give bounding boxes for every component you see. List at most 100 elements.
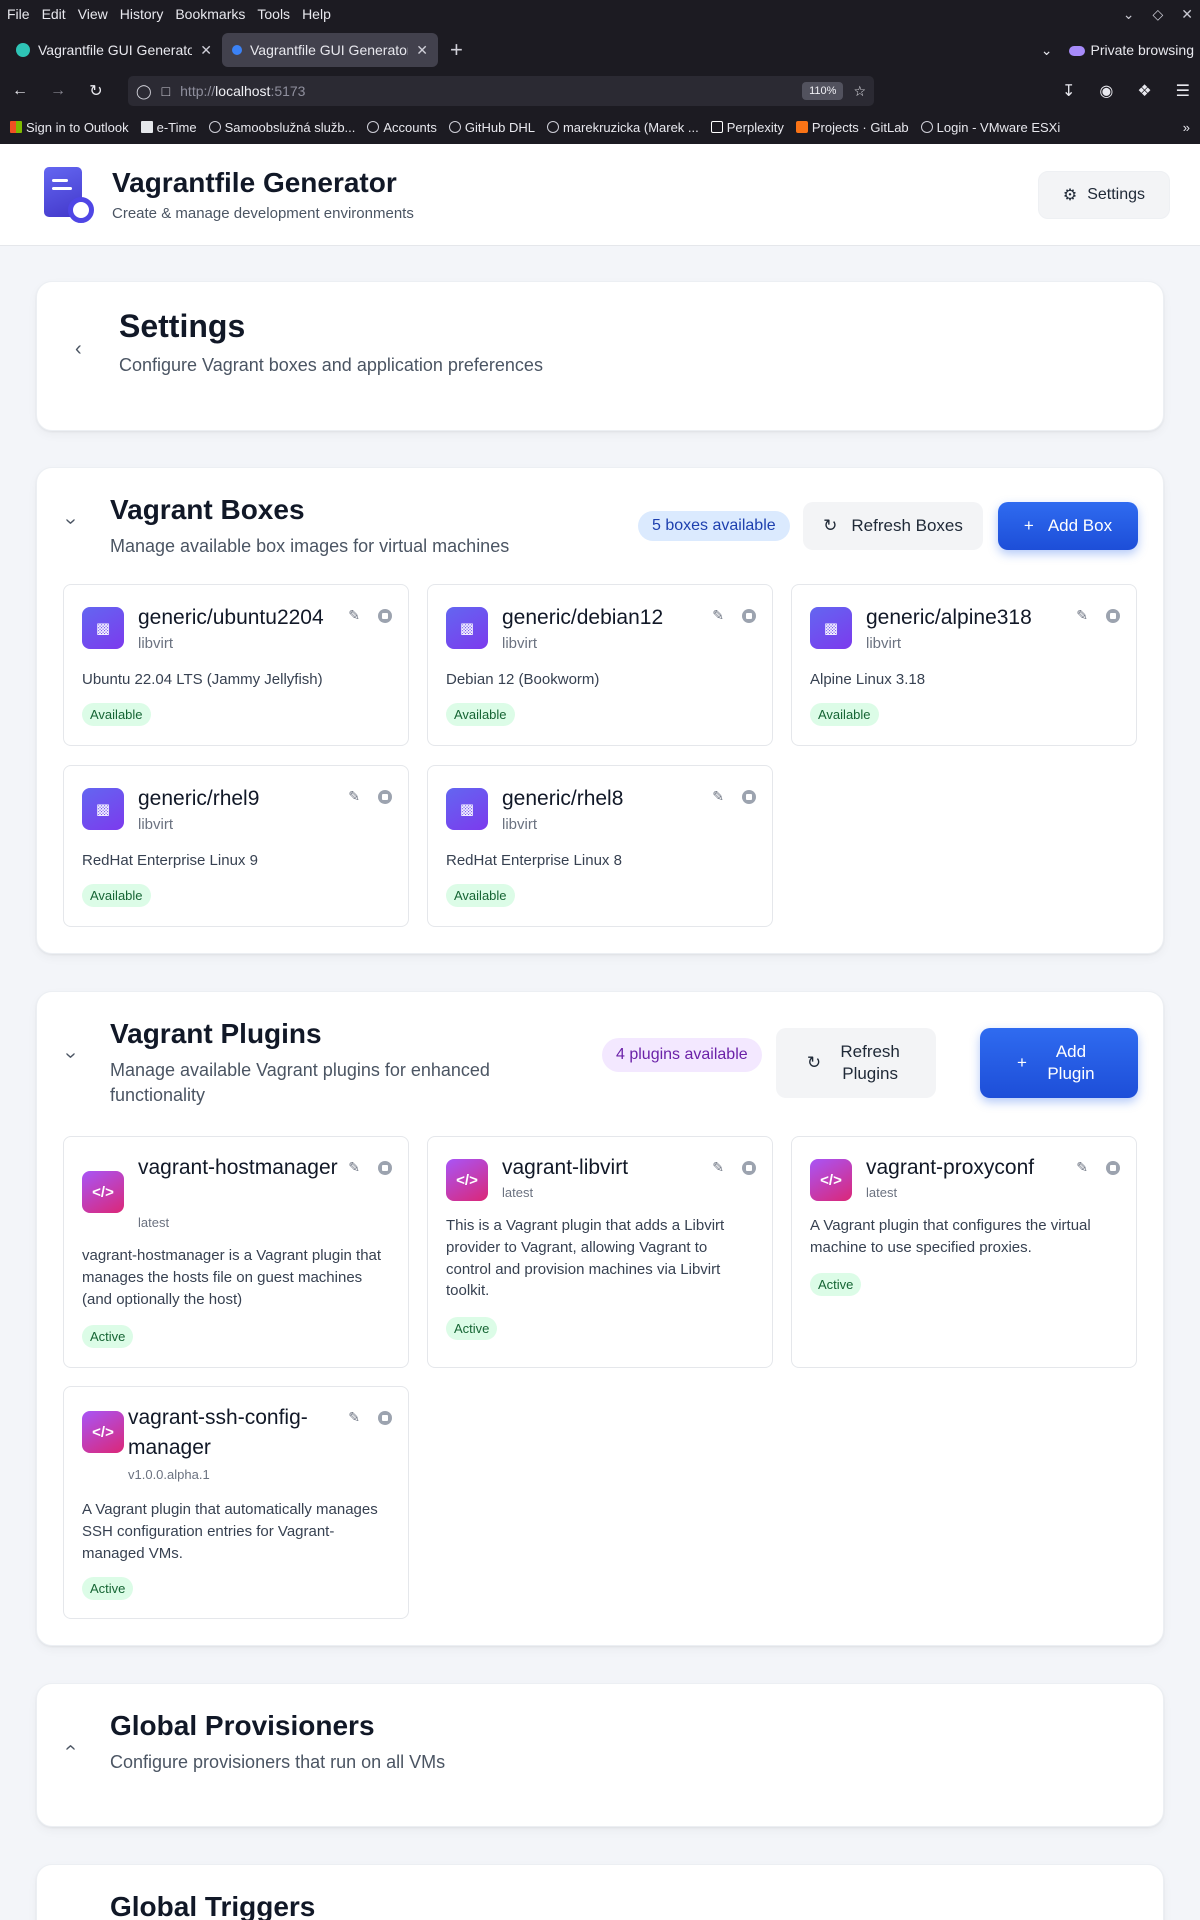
bookmark-item[interactable]: e-Time bbox=[140, 120, 197, 135]
back-icon[interactable]: ← bbox=[10, 82, 30, 100]
box-name: generic/rhel9 bbox=[138, 787, 260, 810]
collapse-chevron-icon[interactable]: › bbox=[59, 518, 82, 525]
delete-icon[interactable] bbox=[378, 1411, 392, 1425]
plugin-version: latest bbox=[502, 1185, 534, 1200]
box-description: Debian 12 (Bookworm) bbox=[446, 671, 600, 688]
app-logo-icon bbox=[40, 165, 96, 225]
delete-icon[interactable] bbox=[742, 1161, 756, 1175]
menu-history[interactable]: History bbox=[120, 6, 164, 22]
box-card[interactable]: ▩ generic/rhel9 libvirt ✎ RedHat Enterpr… bbox=[63, 765, 409, 927]
boxes-count-badge: 5 boxes available bbox=[638, 511, 790, 541]
tab-favicon-icon bbox=[16, 43, 30, 57]
delete-icon[interactable] bbox=[1106, 1161, 1120, 1175]
collapse-chevron-icon[interactable]: › bbox=[59, 1052, 82, 1059]
app-menu-icon[interactable]: ☰ bbox=[1176, 81, 1190, 101]
box-description: RedHat Enterprise Linux 9 bbox=[82, 852, 258, 869]
list-tabs-icon[interactable]: ⌄ bbox=[1041, 42, 1053, 59]
delete-icon[interactable] bbox=[378, 1161, 392, 1175]
menu-file[interactable]: File bbox=[7, 6, 30, 22]
new-tab-icon[interactable]: + bbox=[450, 37, 463, 63]
refresh-plugins-button[interactable]: ↻ Refresh Plugins bbox=[776, 1028, 936, 1098]
box-card[interactable]: ▩ generic/alpine318 libvirt ✎ Alpine Lin… bbox=[791, 584, 1137, 746]
delete-icon[interactable] bbox=[1106, 609, 1120, 623]
edit-icon[interactable]: ✎ bbox=[348, 788, 360, 805]
close-window-icon[interactable]: ✕ bbox=[1181, 6, 1193, 23]
page-icon: □ bbox=[161, 83, 171, 99]
bookmark-star-icon[interactable]: ☆ bbox=[853, 83, 866, 100]
tab-title: Vagrantfile GUI Generator bbox=[250, 42, 409, 58]
settings-header-card: ‹ Settings Configure Vagrant boxes and a… bbox=[36, 281, 1164, 431]
minimize-icon[interactable]: ⌄ bbox=[1123, 6, 1135, 23]
expand-chevron-icon[interactable]: › bbox=[59, 1744, 82, 1751]
shield-icon[interactable]: ◯ bbox=[136, 83, 152, 100]
edit-icon[interactable]: ✎ bbox=[1076, 1159, 1088, 1176]
zoom-badge[interactable]: 110% bbox=[802, 82, 844, 100]
bookmarks-overflow-icon[interactable]: » bbox=[1183, 120, 1190, 135]
box-card[interactable]: ▩ generic/ubuntu2204 libvirt ✎ Ubuntu 22… bbox=[63, 584, 409, 746]
globe-icon bbox=[920, 121, 933, 133]
reload-icon[interactable]: ↻ bbox=[86, 81, 106, 101]
app-title: Vagrantfile Generator bbox=[112, 167, 397, 198]
menu-tools[interactable]: Tools bbox=[257, 6, 290, 22]
edit-icon[interactable]: ✎ bbox=[348, 607, 360, 624]
menu-help[interactable]: Help bbox=[302, 6, 331, 22]
edit-icon[interactable]: ✎ bbox=[712, 1159, 724, 1176]
page-icon bbox=[140, 121, 153, 133]
refresh-boxes-button[interactable]: ↻ Refresh Boxes bbox=[803, 502, 983, 550]
plugin-card[interactable]: </> vagrant-ssh-config-manager v1.0.0.al… bbox=[63, 1386, 409, 1619]
tab-close-icon[interactable]: ✕ bbox=[200, 42, 212, 59]
tab-close-icon[interactable]: ✕ bbox=[416, 42, 428, 59]
box-icon: ▩ bbox=[810, 607, 852, 649]
plugin-name: vagrant-proxyconf bbox=[866, 1156, 1035, 1179]
box-card[interactable]: ▩ generic/debian12 libvirt ✎ Debian 12 (… bbox=[427, 584, 773, 746]
plugin-card[interactable]: </> vagrant-hostmanager latest ✎ vagrant… bbox=[63, 1136, 409, 1368]
box-card[interactable]: ▩ generic/rhel8 libvirt ✎ RedHat Enterpr… bbox=[427, 765, 773, 927]
gitlab-icon bbox=[795, 121, 808, 133]
add-plugin-button[interactable]: + Add Plugin bbox=[980, 1028, 1138, 1098]
back-chevron-icon[interactable]: ‹ bbox=[75, 338, 82, 361]
bookmark-item[interactable]: Projects · GitLab bbox=[795, 120, 909, 135]
plugin-card[interactable]: </> vagrant-proxyconf latest ✎ A Vagrant… bbox=[791, 1136, 1137, 1368]
delete-icon[interactable] bbox=[378, 790, 392, 804]
settings-button[interactable]: ⚙ Settings bbox=[1037, 170, 1170, 219]
menu-view[interactable]: View bbox=[78, 6, 108, 22]
add-box-button[interactable]: + Add Box bbox=[998, 502, 1138, 550]
github-icon bbox=[546, 121, 559, 133]
bookmark-item[interactable]: Accounts bbox=[367, 120, 437, 135]
bookmark-item[interactable]: Samoobslužná služb... bbox=[208, 120, 355, 135]
edit-icon[interactable]: ✎ bbox=[712, 607, 724, 624]
maximize-icon[interactable]: ◇ bbox=[1152, 6, 1163, 23]
private-browsing-indicator: Private browsing bbox=[1068, 42, 1194, 58]
section-subtitle: Manage available Vagrant plugins for enh… bbox=[110, 1060, 490, 1106]
browser-tab-2[interactable]: Vagrantfile GUI Generator ✕ bbox=[222, 33, 438, 67]
add-box-label: Add Box bbox=[1047, 516, 1113, 535]
browser-tab-1[interactable]: Vagrantfile GUI Generator ✕ bbox=[6, 33, 222, 67]
bookmark-item[interactable]: Login - VMware ESXi bbox=[920, 120, 1060, 135]
delete-icon[interactable] bbox=[742, 790, 756, 804]
delete-icon[interactable] bbox=[742, 609, 756, 623]
edit-icon[interactable]: ✎ bbox=[1076, 607, 1088, 624]
bookmark-item[interactable]: GitHub DHL bbox=[448, 120, 535, 135]
edit-icon[interactable]: ✎ bbox=[712, 788, 724, 805]
account-icon[interactable]: ◉ bbox=[1099, 81, 1113, 101]
edit-icon[interactable]: ✎ bbox=[348, 1159, 360, 1176]
delete-icon[interactable] bbox=[378, 609, 392, 623]
nav-bar: ← → ↻ ◯ □ http://localhost:5173 110% ☆ ↧… bbox=[0, 72, 1200, 110]
downloads-icon[interactable]: ↧ bbox=[1062, 81, 1075, 101]
url-bar[interactable]: ◯ □ http://localhost:5173 110% ☆ bbox=[128, 76, 874, 106]
menu-edit[interactable]: Edit bbox=[42, 6, 66, 22]
menu-bookmarks[interactable]: Bookmarks bbox=[175, 6, 245, 22]
code-icon: </> bbox=[446, 1159, 488, 1201]
bookmark-label: marekruzicka (Marek ... bbox=[562, 119, 699, 135]
bookmark-item[interactable]: Sign in to Outlook bbox=[10, 120, 129, 135]
extensions-icon[interactable]: ❖ bbox=[1137, 81, 1151, 101]
browser-chrome: File Edit View History Bookmarks Tools H… bbox=[0, 0, 1200, 144]
vagrant-plugins-section: › Vagrant Plugins Manage available Vagra… bbox=[36, 991, 1164, 1646]
forward-icon[interactable]: → bbox=[48, 82, 68, 100]
globe-icon bbox=[367, 121, 380, 133]
plugin-card[interactable]: </> vagrant-libvirt latest ✎ This is a V… bbox=[427, 1136, 773, 1368]
bookmark-item[interactable]: Perplexity bbox=[710, 120, 784, 135]
edit-icon[interactable]: ✎ bbox=[348, 1409, 360, 1426]
bookmark-item[interactable]: marekruzicka (Marek ... bbox=[546, 119, 699, 135]
bookmarks-bar: Sign in to Outlook e-Time Samoobslužná s… bbox=[0, 110, 1200, 144]
